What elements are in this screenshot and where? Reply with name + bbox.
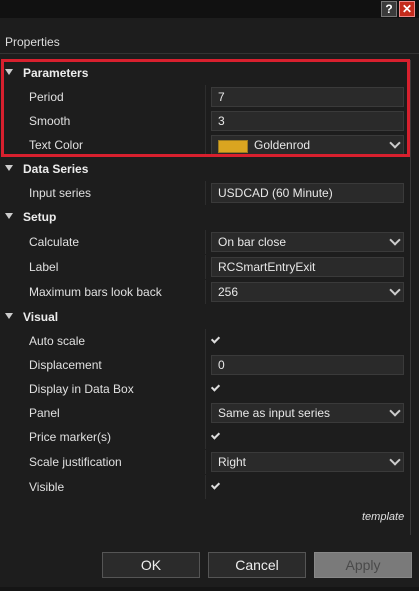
category-label: Parameters: [23, 66, 89, 80]
properties-header: Properties: [0, 30, 419, 54]
column-divider: [205, 377, 206, 401]
property-label: Price marker(s): [29, 430, 112, 444]
property-row-input-series: Input series USDCAD (60 Minute): [0, 181, 410, 205]
property-row-text-color: Text Color Goldenrod: [0, 133, 410, 157]
select-value: Same as input series: [218, 406, 331, 420]
property-row-displacement: Displacement 0: [0, 353, 410, 377]
input-series-field[interactable]: USDCAD (60 Minute): [211, 183, 404, 203]
property-label: Smooth: [29, 114, 71, 128]
property-label: Auto scale: [29, 334, 86, 348]
property-label: Panel: [29, 406, 60, 420]
property-label: Displacement: [29, 358, 102, 372]
property-row-auto-scale: Auto scale: [0, 329, 410, 353]
collapse-arrow-icon[interactable]: [5, 313, 13, 319]
smooth-input[interactable]: 3: [211, 111, 404, 131]
property-label: Visible: [29, 480, 65, 494]
property-label: Period: [29, 90, 64, 104]
property-label: Maximum bars look back: [29, 285, 162, 299]
collapse-arrow-icon[interactable]: [5, 213, 13, 219]
footer-bar: [0, 587, 419, 591]
text-color-select[interactable]: Goldenrod: [211, 135, 404, 155]
property-row-scale-justification: Scale justification Right: [0, 450, 410, 474]
property-row-price-markers: Price marker(s): [0, 425, 410, 449]
column-divider: [205, 450, 206, 474]
property-label: Calculate: [29, 235, 80, 249]
collapse-arrow-icon[interactable]: [5, 165, 13, 171]
property-label: Scale justification: [29, 455, 122, 469]
panel-select[interactable]: Same as input series: [211, 403, 404, 423]
cancel-button[interactable]: Cancel: [208, 552, 306, 578]
visible-checkbox[interactable]: [211, 481, 221, 491]
column-divider: [205, 425, 206, 449]
category-label: Visual: [23, 310, 59, 324]
label-input[interactable]: RCSmartEntryExit: [211, 257, 404, 277]
property-row-max-bars: Maximum bars look back 256: [0, 280, 410, 304]
column-divider: [205, 280, 206, 304]
property-row-smooth: Smooth 3: [0, 109, 410, 133]
property-row-period: Period 7: [0, 85, 410, 109]
category-label: Data Series: [23, 162, 89, 176]
column-divider: [205, 181, 206, 205]
close-button[interactable]: ✕: [399, 1, 415, 17]
select-value: Right: [218, 455, 247, 469]
column-divider: [205, 401, 206, 425]
property-row-label: Label RCSmartEntryExit: [0, 255, 410, 279]
color-swatch: [218, 140, 248, 153]
property-label: Text Color: [29, 138, 84, 152]
property-row-visible: Visible: [0, 475, 410, 499]
help-button[interactable]: ?: [381, 1, 397, 17]
column-divider: [205, 475, 206, 499]
column-divider: [205, 230, 206, 254]
property-label: Label: [29, 260, 59, 274]
property-row-calculate: Calculate On bar close: [0, 230, 410, 254]
select-value: On bar close: [218, 235, 287, 249]
displacement-input[interactable]: 0: [211, 355, 404, 375]
property-label: Display in Data Box: [29, 382, 134, 396]
category-visual[interactable]: Visual: [0, 305, 410, 329]
chevron-down-icon[interactable]: [389, 137, 401, 149]
color-name: Goldenrod: [254, 138, 311, 152]
column-divider: [205, 133, 206, 157]
price-markers-checkbox[interactable]: [211, 431, 221, 441]
column-divider: [205, 85, 206, 109]
collapse-arrow-icon[interactable]: [5, 69, 13, 75]
category-label: Setup: [23, 210, 57, 224]
category-parameters[interactable]: Parameters: [0, 61, 410, 85]
calculate-select[interactable]: On bar close: [211, 232, 404, 252]
scale-justification-select[interactable]: Right: [211, 452, 404, 472]
property-row-display-in-data-box: Display in Data Box: [0, 377, 410, 401]
select-value: 256: [218, 285, 239, 299]
template-link[interactable]: template: [362, 511, 404, 523]
period-input[interactable]: 7: [211, 87, 404, 107]
chevron-down-icon[interactable]: [389, 284, 401, 296]
column-divider: [205, 353, 206, 377]
apply-button[interactable]: Apply: [314, 552, 412, 578]
category-data-series[interactable]: Data Series: [0, 157, 410, 181]
title-bar: ? ✕: [0, 0, 419, 18]
category-setup[interactable]: Setup: [0, 205, 410, 229]
auto-scale-checkbox[interactable]: [211, 335, 221, 345]
property-label: Input series: [29, 186, 92, 200]
column-divider: [205, 109, 206, 133]
ok-button[interactable]: OK: [102, 552, 200, 578]
column-divider: [205, 255, 206, 279]
chevron-down-icon[interactable]: [389, 405, 401, 417]
chevron-down-icon[interactable]: [389, 454, 401, 466]
display-in-data-box-checkbox[interactable]: [211, 383, 221, 393]
property-row-panel: Panel Same as input series: [0, 401, 410, 425]
chevron-down-icon[interactable]: [389, 234, 401, 246]
column-divider: [205, 329, 206, 353]
max-bars-select[interactable]: 256: [211, 282, 404, 302]
